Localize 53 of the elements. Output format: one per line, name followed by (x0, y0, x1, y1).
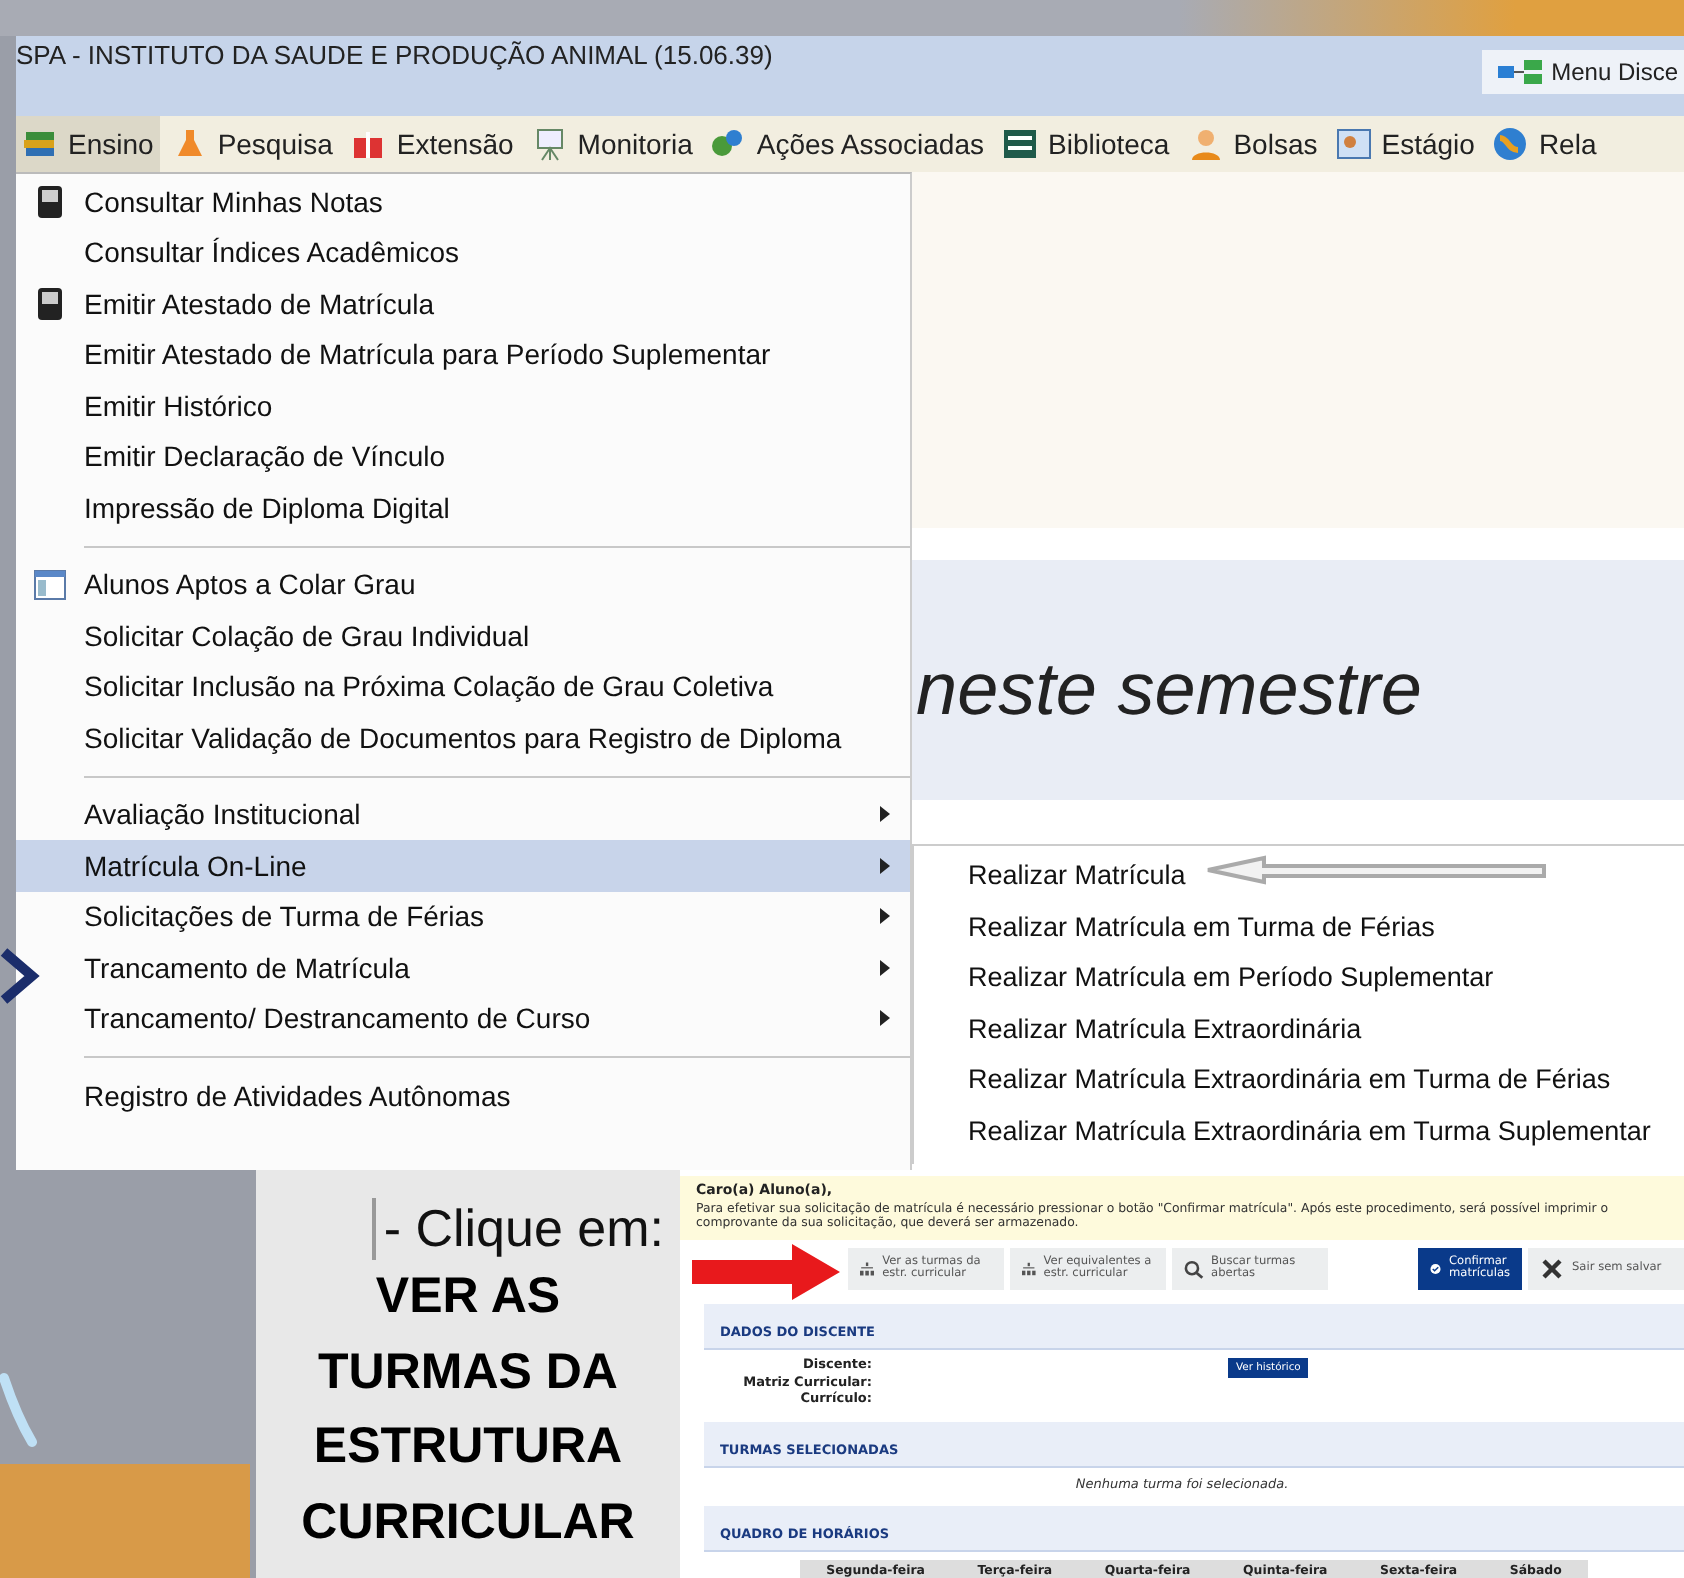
device-icon (38, 287, 62, 320)
menu-item[interactable]: Solicitações de Turma de Férias (16, 891, 910, 942)
menu-bar-item[interactable]: Rela (1486, 116, 1603, 172)
page-heading: neste semestre (914, 648, 1422, 732)
curve-drawing (0, 1370, 40, 1450)
menu-item[interactable]: Consultar Minhas Notas (16, 176, 910, 227)
submenu-item[interactable]: Realizar Matrícula Extraordinária em Turma de Férias (914, 1054, 1684, 1105)
gift-icon (350, 126, 387, 162)
submenu-item[interactable]: Realizar Matrícula (914, 850, 1684, 901)
menu-bar-item[interactable]: Biblioteca (996, 116, 1176, 172)
easel-icon (531, 126, 568, 162)
window-title: SPA - INSTITUTO DA SAUDE E PRODUÇÃO ANIMAL (15.06.39) (16, 40, 773, 70)
window-icon (34, 569, 66, 600)
id-card-icon (1335, 126, 1372, 162)
menu-item[interactable]: Emitir Atestado de Matrícula (16, 278, 910, 329)
menu-bar-item[interactable]: Ações Associadas (704, 116, 990, 172)
menu-item[interactable]: Emitir Atestado de Matrícula para Período Suplementar (16, 329, 910, 380)
menu-discente-button[interactable]: Menu Disce (1481, 50, 1684, 94)
menu-bar-item[interactable]: Estágio (1329, 116, 1481, 172)
menu-item[interactable]: Impressão de Diploma Digital (16, 482, 910, 533)
menu-bar-item[interactable]: Extensão (344, 116, 520, 172)
menu-item[interactable]: Alunos Aptos a Colar Grau (16, 559, 910, 610)
menu-item[interactable]: Trancamento/ Destrancamento de Curso (16, 993, 910, 1044)
instruction-highlight: VER AS TURMAS DA ESTRUTURA CURRICULAR (299, 1266, 637, 1553)
book-stack-icon (22, 126, 58, 162)
menu-item[interactable]: Solicitar Validação de Documentos para Registro de Diploma (16, 712, 910, 763)
bookshelf-icon (1002, 126, 1038, 162)
globe-icon (1492, 126, 1529, 162)
submenu-item[interactable]: Realizar Matrícula em Período Suplementar (914, 952, 1684, 1003)
submenu-item[interactable]: Realizar Matrícula Extraordinária (914, 1003, 1684, 1054)
device-icon (38, 185, 62, 218)
hierarchy-icon (860, 1257, 875, 1280)
menu-item[interactable]: Registro de Atividades Autônomas (16, 1070, 910, 1121)
menu-item[interactable]: Solicitar Inclusão na Próxima Colação de Grau Coletiva (16, 661, 910, 712)
menu-item[interactable]: Emitir Histórico (16, 380, 910, 431)
submenu-item[interactable]: Realizar Matrícula em Turma de Férias (914, 901, 1684, 952)
chevron-drawing (0, 946, 44, 1006)
menu-bar-item[interactable]: Pesquisa (165, 116, 339, 172)
menu-item[interactable]: Emitir Declaração de Vínculo (16, 431, 910, 482)
menu-item[interactable]: Avaliação Institucional (16, 789, 910, 840)
search-icon (1184, 1257, 1204, 1280)
menu-bar-item[interactable]: Bolsas (1181, 116, 1324, 172)
close-icon (1540, 1257, 1564, 1280)
hierarchy-icon (1022, 1257, 1036, 1280)
menu-item[interactable]: Solicitar Colação de Grau Individual (16, 610, 910, 661)
menu-bar-item[interactable]: Monitoria (525, 116, 699, 172)
person-icon (1187, 126, 1224, 162)
menu-item[interactable]: Consultar Índices Acadêmicos (16, 227, 910, 278)
menu-bar-item[interactable]: Ensino (16, 116, 160, 172)
menu-item[interactable]: Matrícula On-Line (16, 840, 910, 891)
submenu-item[interactable]: Realizar Matrícula Extraordinária em Turma Suplementar (914, 1105, 1684, 1156)
menu-item[interactable]: Trancamento de Matrícula (16, 942, 910, 993)
network-icon (1497, 60, 1542, 84)
